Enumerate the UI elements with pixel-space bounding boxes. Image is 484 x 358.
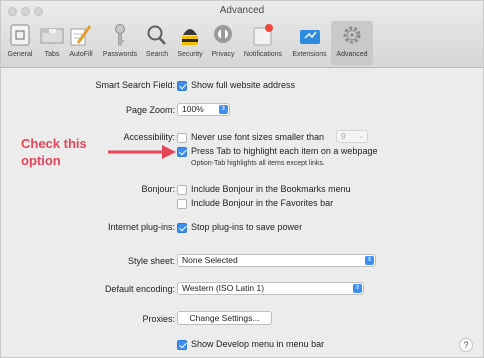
tab-advanced[interactable]: Advanced xyxy=(331,21,373,65)
show-develop-menu-checkbox[interactable] xyxy=(177,340,187,350)
press-tab-highlight-label: Press Tab to highlight each item on a we… xyxy=(191,146,378,156)
notifications-icon xyxy=(253,24,273,46)
annotation-line-2: option xyxy=(21,153,61,168)
tab-label: Security xyxy=(177,51,203,58)
show-develop-menu-label: Show Develop menu in menu bar xyxy=(191,339,325,349)
advanced-settings-panel: Smart Search Field: Show full website ad… xyxy=(1,68,483,358)
tab-label: Privacy xyxy=(211,51,235,58)
tab-autofill[interactable]: AutoFill xyxy=(65,21,97,65)
security-icon xyxy=(182,29,198,45)
page-zoom-select[interactable]: 100% ⇕ xyxy=(177,103,230,116)
general-icon xyxy=(10,24,30,46)
min-font-size-select[interactable]: 9 ⌄ xyxy=(336,130,368,143)
annotation-arrow-icon xyxy=(108,145,176,159)
min-font-size-checkbox[interactable] xyxy=(177,133,187,143)
tab-notifications[interactable]: Notifications xyxy=(239,21,287,65)
chevron-down-icon: ⌄ xyxy=(358,133,364,140)
min-font-size-value: 9 xyxy=(341,131,346,141)
tab-privacy[interactable]: Privacy xyxy=(208,21,238,65)
bonjour-favorites-checkbox[interactable] xyxy=(177,199,187,209)
change-settings-button[interactable]: Change Settings... xyxy=(177,311,272,325)
chevron-updown-icon: ⇕ xyxy=(353,284,362,293)
stylesheet-value: None Selected xyxy=(182,255,238,265)
tab-label: Search xyxy=(145,51,169,58)
annotation-text: Check this option xyxy=(21,135,87,169)
gear-icon xyxy=(343,26,361,44)
chevron-updown-icon: ⇕ xyxy=(365,256,374,265)
encoding-value: Western (ISO Latin 1) xyxy=(182,283,265,293)
preferences-window: Advanced General Tabs AutoFill Passwords… xyxy=(0,0,484,358)
smart-search-label: Smart Search Field: xyxy=(95,80,175,90)
encoding-select[interactable]: Western (ISO Latin 1) ⇕ xyxy=(177,282,364,295)
plugins-label: Internet plug-ins: xyxy=(107,222,175,232)
key-icon xyxy=(115,24,125,46)
tabs-icon xyxy=(40,28,64,44)
tab-tabs[interactable]: Tabs xyxy=(39,21,65,65)
extensions-icon xyxy=(299,30,320,44)
bonjour-bookmarks-label: Include Bonjour in the Bookmarks menu xyxy=(191,184,351,194)
tab-label: Tabs xyxy=(44,51,60,58)
tab-extensions[interactable]: Extensions xyxy=(288,21,331,65)
bonjour-bookmarks-checkbox[interactable] xyxy=(177,185,187,195)
tab-passwords[interactable]: Passwords xyxy=(99,21,141,65)
option-tab-note: Option-Tab highlights all items except l… xyxy=(191,160,325,167)
preferences-toolbar: General Tabs AutoFill Passwords Search S… xyxy=(1,21,483,66)
tab-search[interactable]: Search xyxy=(142,21,172,65)
bonjour-label: Bonjour: xyxy=(141,184,175,194)
stop-plugins-label: Stop plug-ins to save power xyxy=(191,222,303,232)
tab-label: AutoFill xyxy=(69,51,93,58)
show-full-address-checkbox[interactable] xyxy=(177,81,187,91)
annotation-line-1: Check this xyxy=(21,136,87,151)
min-font-size-label: Never use font sizes smaller than xyxy=(191,132,325,142)
help-button[interactable]: ? xyxy=(459,338,473,352)
page-zoom-value: 100% xyxy=(182,104,204,114)
chevron-updown-icon: ⇕ xyxy=(219,105,228,114)
stylesheet-select[interactable]: None Selected ⇕ xyxy=(177,254,376,267)
show-full-address-label: Show full website address xyxy=(191,80,296,90)
privacy-icon xyxy=(214,25,232,43)
window-title: Advanced xyxy=(219,5,265,16)
proxies-label: Proxies: xyxy=(142,314,175,324)
tab-label: Notifications xyxy=(243,51,283,58)
tab-label: General xyxy=(7,51,33,58)
search-icon xyxy=(147,25,166,45)
titlebar: Advanced General Tabs AutoFill Passwords… xyxy=(1,1,483,68)
autofill-icon xyxy=(70,25,92,46)
tab-general[interactable]: General xyxy=(3,21,37,65)
encoding-label: Default encoding: xyxy=(104,284,175,294)
tab-label: Advanced xyxy=(336,51,368,58)
press-tab-highlight-checkbox[interactable] xyxy=(177,147,187,157)
tab-label: Extensions xyxy=(292,51,327,58)
bonjour-favorites-label: Include Bonjour in the Favorites bar xyxy=(191,198,334,208)
page-zoom-label: Page Zoom: xyxy=(125,105,175,115)
tab-security[interactable]: Security xyxy=(173,21,207,65)
stylesheet-label: Style sheet: xyxy=(127,256,175,266)
tab-label: Passwords xyxy=(102,51,138,58)
stop-plugins-checkbox[interactable] xyxy=(177,223,187,233)
